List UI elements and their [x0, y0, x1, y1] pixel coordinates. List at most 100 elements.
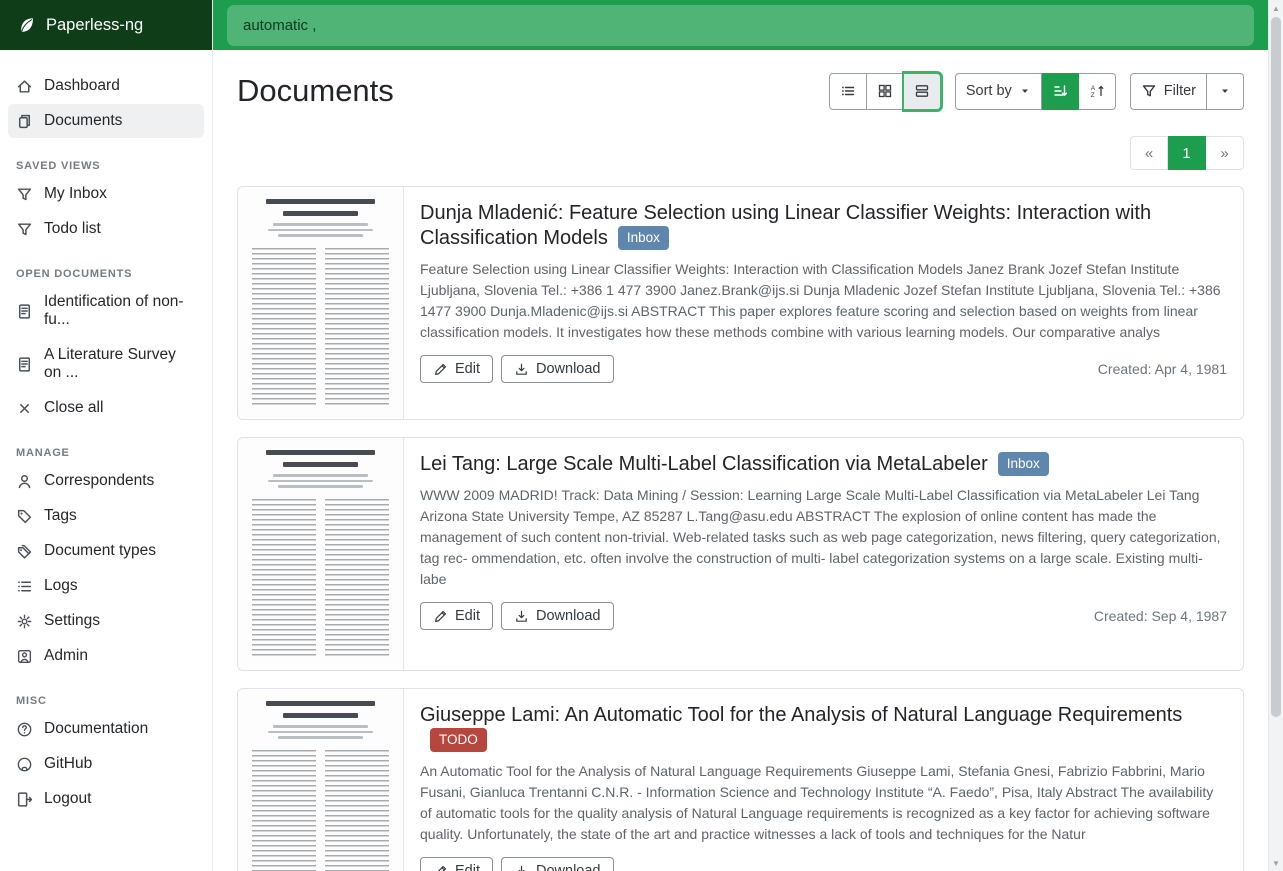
toolbar: Sort by AZ Filter	[829, 73, 1244, 110]
sort-by-label: Sort by	[966, 83, 1012, 99]
sidebar-item-tags[interactable]: Tags	[8, 499, 204, 533]
sidebar-item-label: Correspondents	[44, 472, 154, 490]
caret-down-icon	[1219, 85, 1231, 97]
sidebar-item-settings[interactable]: Settings	[8, 604, 204, 638]
grid-view-icon	[877, 83, 893, 99]
document-thumbnail[interactable]	[238, 438, 404, 670]
leaf-logo-icon	[16, 15, 36, 35]
sidebar-item-label: Tags	[44, 507, 77, 525]
download-button[interactable]: Download	[501, 857, 614, 871]
tag-icon	[16, 508, 33, 525]
sidebar-item-dashboard[interactable]: Dashboard	[8, 69, 204, 103]
filter-dropdown-button[interactable]	[1207, 73, 1244, 110]
sidebar-item-documents[interactable]: Documents	[8, 104, 204, 138]
sidebar-item-label: Dashboard	[44, 77, 120, 95]
sidebar-item-todo-list[interactable]: Todo list	[8, 212, 204, 246]
documents-icon	[16, 113, 33, 130]
edit-label: Edit	[455, 608, 480, 624]
document-card: Lei Tang: Large Scale Multi-Label Classi…	[237, 437, 1244, 671]
sidebar-item-label: Todo list	[44, 220, 101, 238]
document-thumbnail[interactable]	[238, 689, 404, 871]
sort-by-button[interactable]: Sort by	[955, 73, 1042, 110]
logout-door-icon	[16, 791, 33, 808]
pagination: « 1 »	[1130, 136, 1244, 170]
sidebar-item-my-inbox[interactable]: My Inbox	[8, 177, 204, 211]
tag-badge-todo[interactable]: TODO	[430, 728, 487, 752]
sidebar-item-admin[interactable]: Admin	[8, 639, 204, 673]
sidebar-item-label: My Inbox	[44, 185, 107, 203]
pagination-prev[interactable]: «	[1130, 136, 1168, 170]
svg-text:A: A	[1091, 85, 1096, 92]
question-circle-icon	[16, 721, 33, 738]
document-title-link[interactable]: Lei Tang: Large Scale Multi-Label Classi…	[420, 453, 988, 475]
sidebar-item-open-document-2[interactable]: A Literature Survey on ...	[8, 338, 204, 390]
search-input[interactable]	[227, 5, 1254, 46]
brand-name: Paperless-ng	[46, 16, 143, 35]
download-button[interactable]: Download	[501, 355, 614, 383]
document-title: Giuseppe Lami: An Automatic Tool for the…	[420, 703, 1227, 753]
sidebar-item-logout[interactable]: Logout	[8, 782, 204, 816]
sidebar-item-label: Documents	[44, 112, 122, 130]
brand[interactable]: Paperless-ng	[0, 0, 212, 50]
cards-view-button[interactable]	[904, 73, 941, 110]
sidebar-nav: Dashboard Documents SAVED VIEWS My Inbox…	[0, 50, 212, 871]
download-icon	[514, 362, 529, 377]
list-view-icon	[840, 83, 856, 99]
document-excerpt: WWW 2009 MADRID! Track: Data Mining / Se…	[420, 485, 1227, 590]
filter-button[interactable]: Filter	[1130, 73, 1207, 110]
view-toggle-group	[829, 73, 941, 110]
sidebar-item-close-all[interactable]: Close all	[8, 391, 204, 425]
document-card: Dunja Mladenić: Feature Selection using …	[237, 186, 1244, 420]
sidebar-item-label: Logs	[44, 577, 78, 595]
sort-alpha-button[interactable]: AZ	[1079, 73, 1116, 110]
sidebar-item-label: GitHub	[44, 755, 92, 773]
scrollbar-up-arrow[interactable]: ▲	[1269, 0, 1283, 16]
sidebar-item-github[interactable]: GitHub	[8, 747, 204, 781]
svg-text:Z: Z	[1091, 92, 1095, 99]
edit-button[interactable]: Edit	[420, 857, 493, 871]
download-icon	[514, 609, 529, 624]
sidebar-item-logs[interactable]: Logs	[8, 569, 204, 603]
sidebar-item-documentation[interactable]: Documentation	[8, 712, 204, 746]
filter-label: Filter	[1164, 83, 1196, 99]
download-button[interactable]: Download	[501, 602, 614, 630]
edit-label: Edit	[455, 863, 480, 871]
document-title: Lei Tang: Large Scale Multi-Label Classi…	[420, 452, 1227, 477]
document-title: Dunja Mladenić: Feature Selection using …	[420, 201, 1227, 251]
cards-view-icon	[914, 83, 930, 99]
gear-icon	[16, 613, 33, 630]
thumbnail-author-lines	[252, 474, 389, 488]
caret-down-icon	[1019, 85, 1031, 97]
close-icon	[16, 400, 33, 417]
pagination-next[interactable]: »	[1206, 136, 1244, 170]
pencil-icon	[433, 609, 448, 624]
edit-button[interactable]: Edit	[420, 602, 493, 630]
list-view-button[interactable]	[829, 73, 867, 110]
document-excerpt: Feature Selection using Linear Classifie…	[420, 259, 1227, 343]
pencil-icon	[433, 362, 448, 377]
grid-view-button[interactable]	[867, 73, 904, 110]
download-label: Download	[536, 863, 601, 871]
sidebar-item-correspondents[interactable]: Correspondents	[8, 464, 204, 498]
sidebar-item-open-document-1[interactable]: Identification of non-fu...	[8, 285, 204, 337]
thumbnail-author-lines	[252, 725, 389, 739]
sidebar-item-label: Admin	[44, 647, 88, 665]
edit-button[interactable]: Edit	[420, 355, 493, 383]
document-card: Giuseppe Lami: An Automatic Tool for the…	[237, 688, 1244, 871]
document-title-link[interactable]: Giuseppe Lami: An Automatic Tool for the…	[420, 704, 1182, 726]
sort-group: Sort by AZ	[955, 73, 1116, 110]
section-title-open-documents: OPEN DOCUMENTS	[16, 268, 196, 280]
content: Documents	[213, 50, 1268, 871]
download-icon	[514, 864, 529, 871]
sidebar-item-document-types[interactable]: Document types	[8, 534, 204, 568]
scrollbar-down-arrow[interactable]: ▼	[1269, 855, 1283, 871]
sort-descending-button[interactable]	[1042, 73, 1079, 110]
section-title-manage: MANAGE	[16, 447, 196, 459]
tag-badge-inbox[interactable]: Inbox	[618, 226, 669, 250]
scrollbar-thumb[interactable]	[1271, 17, 1281, 717]
tag-badge-inbox[interactable]: Inbox	[998, 452, 1049, 476]
pagination-page-1[interactable]: 1	[1168, 136, 1206, 170]
document-title-link[interactable]: Dunja Mladenić: Feature Selection using …	[420, 202, 1151, 249]
sidebar-item-label: Close all	[44, 399, 103, 417]
document-thumbnail[interactable]	[238, 187, 404, 419]
